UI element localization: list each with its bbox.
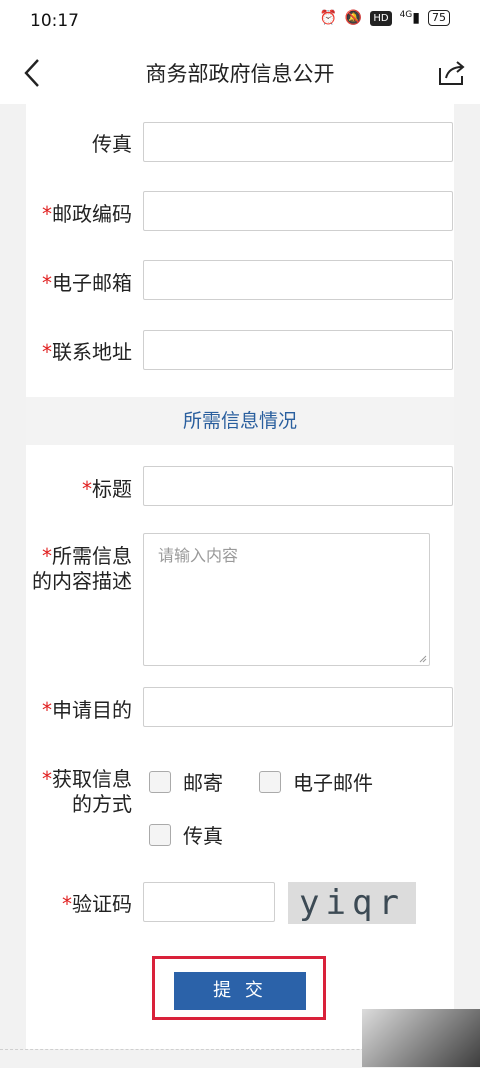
status-bar: 10:17 ⏰ 🔕 HD 4G▮ 75 xyxy=(0,0,480,42)
status-time: 10:17 xyxy=(30,11,79,31)
option-mail[interactable]: 邮寄 xyxy=(149,767,223,796)
share-icon[interactable] xyxy=(436,58,468,88)
description-textarea[interactable]: 请输入内容 xyxy=(143,533,430,666)
email-input[interactable] xyxy=(143,260,453,300)
mute-bell-icon: 🔕 xyxy=(344,10,363,26)
checkbox[interactable] xyxy=(149,823,171,846)
option-fax[interactable]: 传真 xyxy=(149,820,223,849)
section-title: 所需信息情况 xyxy=(26,397,454,445)
fax-label: 传真 xyxy=(92,132,132,156)
captcha-image[interactable]: yiqr xyxy=(288,882,416,924)
corner-shadow xyxy=(362,1009,480,1067)
app-header: 商务部政府信息公开 xyxy=(0,42,480,104)
purpose-label: *申请目的 xyxy=(42,698,132,722)
hd-icon: HD xyxy=(370,10,392,26)
signal-icon: 4G▮ xyxy=(399,10,420,26)
captcha-input[interactable] xyxy=(143,882,275,922)
page-title: 商务部政府信息公开 xyxy=(145,62,335,86)
description-placeholder: 请输入内容 xyxy=(158,546,239,565)
title-label: *标题 xyxy=(82,477,132,501)
captcha-label: *验证码 xyxy=(62,892,132,916)
option-email[interactable]: 电子邮件 xyxy=(259,767,373,796)
postal-code-input[interactable] xyxy=(143,191,453,231)
email-label: *电子邮箱 xyxy=(42,271,132,295)
checkbox[interactable] xyxy=(259,770,281,793)
application-form: 传真 *邮政编码 *电子邮箱 *联系地址 所需信息情况 *标题 *所需信息 的内… xyxy=(26,104,454,1049)
address-input[interactable] xyxy=(143,330,453,370)
submit-button[interactable]: 提 交 xyxy=(174,972,306,1010)
battery-icon: 75 xyxy=(428,10,450,26)
postal-label: *邮政编码 xyxy=(42,202,132,226)
fax-input[interactable] xyxy=(143,122,453,162)
address-label: *联系地址 xyxy=(42,340,132,364)
status-icons: ⏰ 🔕 HD 4G▮ 75 xyxy=(319,10,450,26)
description-label: *所需信息 的内容描述 xyxy=(32,544,132,593)
title-input[interactable] xyxy=(143,466,453,506)
alarm-icon: ⏰ xyxy=(319,10,337,26)
checkbox[interactable] xyxy=(149,770,171,793)
resize-grip-icon[interactable] xyxy=(419,655,427,663)
method-label: *获取信息 的方式 xyxy=(42,767,132,816)
purpose-input[interactable] xyxy=(143,687,453,727)
